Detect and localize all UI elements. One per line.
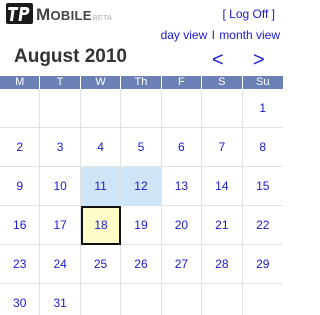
weekday-header: M T W Th F S Su <box>0 76 283 89</box>
empty-day-cell <box>243 284 283 315</box>
day-cell[interactable]: 1 <box>243 89 283 128</box>
day-cell[interactable]: 5 <box>121 128 162 167</box>
next-month-button[interactable]: > <box>253 50 265 70</box>
empty-day-cell <box>202 89 243 128</box>
day-cell[interactable]: 31 <box>40 284 81 315</box>
calendar-week-row: 9 10 11 12 13 14 15 <box>0 167 283 206</box>
logoff-link[interactable]: [ Log Off ] <box>223 7 275 21</box>
empty-day-cell <box>121 89 162 128</box>
day-cell[interactable]: 16 <box>0 206 41 245</box>
weekday-label: S <box>202 76 243 89</box>
beta-badge: BETA <box>92 15 113 22</box>
day-cell[interactable]: 8 <box>243 128 283 167</box>
day-cell[interactable]: 26 <box>121 245 162 284</box>
app-name: MOBILEBETA <box>36 5 113 24</box>
day-cell[interactable]: 9 <box>0 167 41 206</box>
calendar-week-row: 16 17 18 19 20 21 22 <box>0 206 283 245</box>
day-cell[interactable]: 20 <box>162 206 203 245</box>
weekday-label: Su <box>256 76 270 88</box>
empty-day-cell <box>40 89 81 128</box>
day-cell[interactable]: 24 <box>40 245 81 284</box>
day-cell[interactable]: 28 <box>202 245 243 284</box>
empty-day-cell <box>0 89 41 128</box>
view-switcher: day view I month view <box>161 28 280 42</box>
view-separator: I <box>211 28 215 42</box>
day-cell[interactable]: 22 <box>243 206 283 245</box>
day-cell[interactable]: 6 <box>162 128 203 167</box>
calendar-weeks: 1 2 3 4 5 6 7 8 9 10 11 12 13 14 15 16 17 18 19 20 21 22 23 24 2… <box>0 89 283 315</box>
day-cell[interactable]: 30 <box>0 284 41 315</box>
month-view-link[interactable]: month view <box>219 28 280 42</box>
empty-day-cell <box>162 89 203 128</box>
calendar-week-row: 30 31 <box>0 284 283 315</box>
empty-day-cell <box>81 284 122 315</box>
day-cell[interactable]: 21 <box>202 206 243 245</box>
prev-month-button[interactable]: < <box>212 50 224 70</box>
day-cell[interactable]: 19 <box>121 206 162 245</box>
calendar-week-row: 1 <box>0 89 283 128</box>
day-cell[interactable]: 27 <box>162 245 203 284</box>
day-cell[interactable]: 3 <box>40 128 81 167</box>
day-cell[interactable]: 10 <box>40 167 81 206</box>
day-cell[interactable]: 12 <box>121 167 162 206</box>
day-cell[interactable]: 11 <box>80 167 122 206</box>
day-cell[interactable]: 2 <box>0 128 41 167</box>
day-cell[interactable]: 25 <box>81 245 122 284</box>
weekday-label: F <box>162 76 203 89</box>
empty-day-cell <box>121 284 162 315</box>
weekday-label: M <box>0 76 41 89</box>
day-cell[interactable]: 17 <box>40 206 81 245</box>
tp-logo-icon <box>6 3 33 24</box>
weekday-label: T <box>40 76 81 89</box>
day-cell-today[interactable]: 18 <box>80 206 122 245</box>
day-cell[interactable]: 29 <box>243 245 283 284</box>
empty-day-cell <box>81 89 122 128</box>
day-cell[interactable]: 23 <box>0 245 41 284</box>
calendar-week-row: 2345678 <box>0 128 283 167</box>
day-cell[interactable]: 7 <box>202 128 243 167</box>
calendar-week-row: 23 24 25 26 27 28 29 <box>0 245 283 284</box>
day-cell[interactable]: 13 <box>162 167 203 206</box>
empty-day-cell <box>202 284 243 315</box>
weekday-label: Th <box>121 76 162 89</box>
header: MOBILEBETA [ Log Off ] <box>0 0 283 26</box>
day-view-link[interactable]: day view <box>161 28 208 42</box>
day-cell[interactable]: 4 <box>81 128 122 167</box>
day-cell[interactable]: 14 <box>202 167 243 206</box>
day-cell[interactable]: 15 <box>243 167 283 206</box>
weekday-label: W <box>81 76 122 89</box>
month-title: August 2010 <box>14 46 127 67</box>
calendar-grid: M T W Th F S Su 1 2 3 4 5 6 7 8 9 10 11 12 13 14 15 16 1… <box>0 76 283 315</box>
empty-day-cell <box>162 284 203 315</box>
